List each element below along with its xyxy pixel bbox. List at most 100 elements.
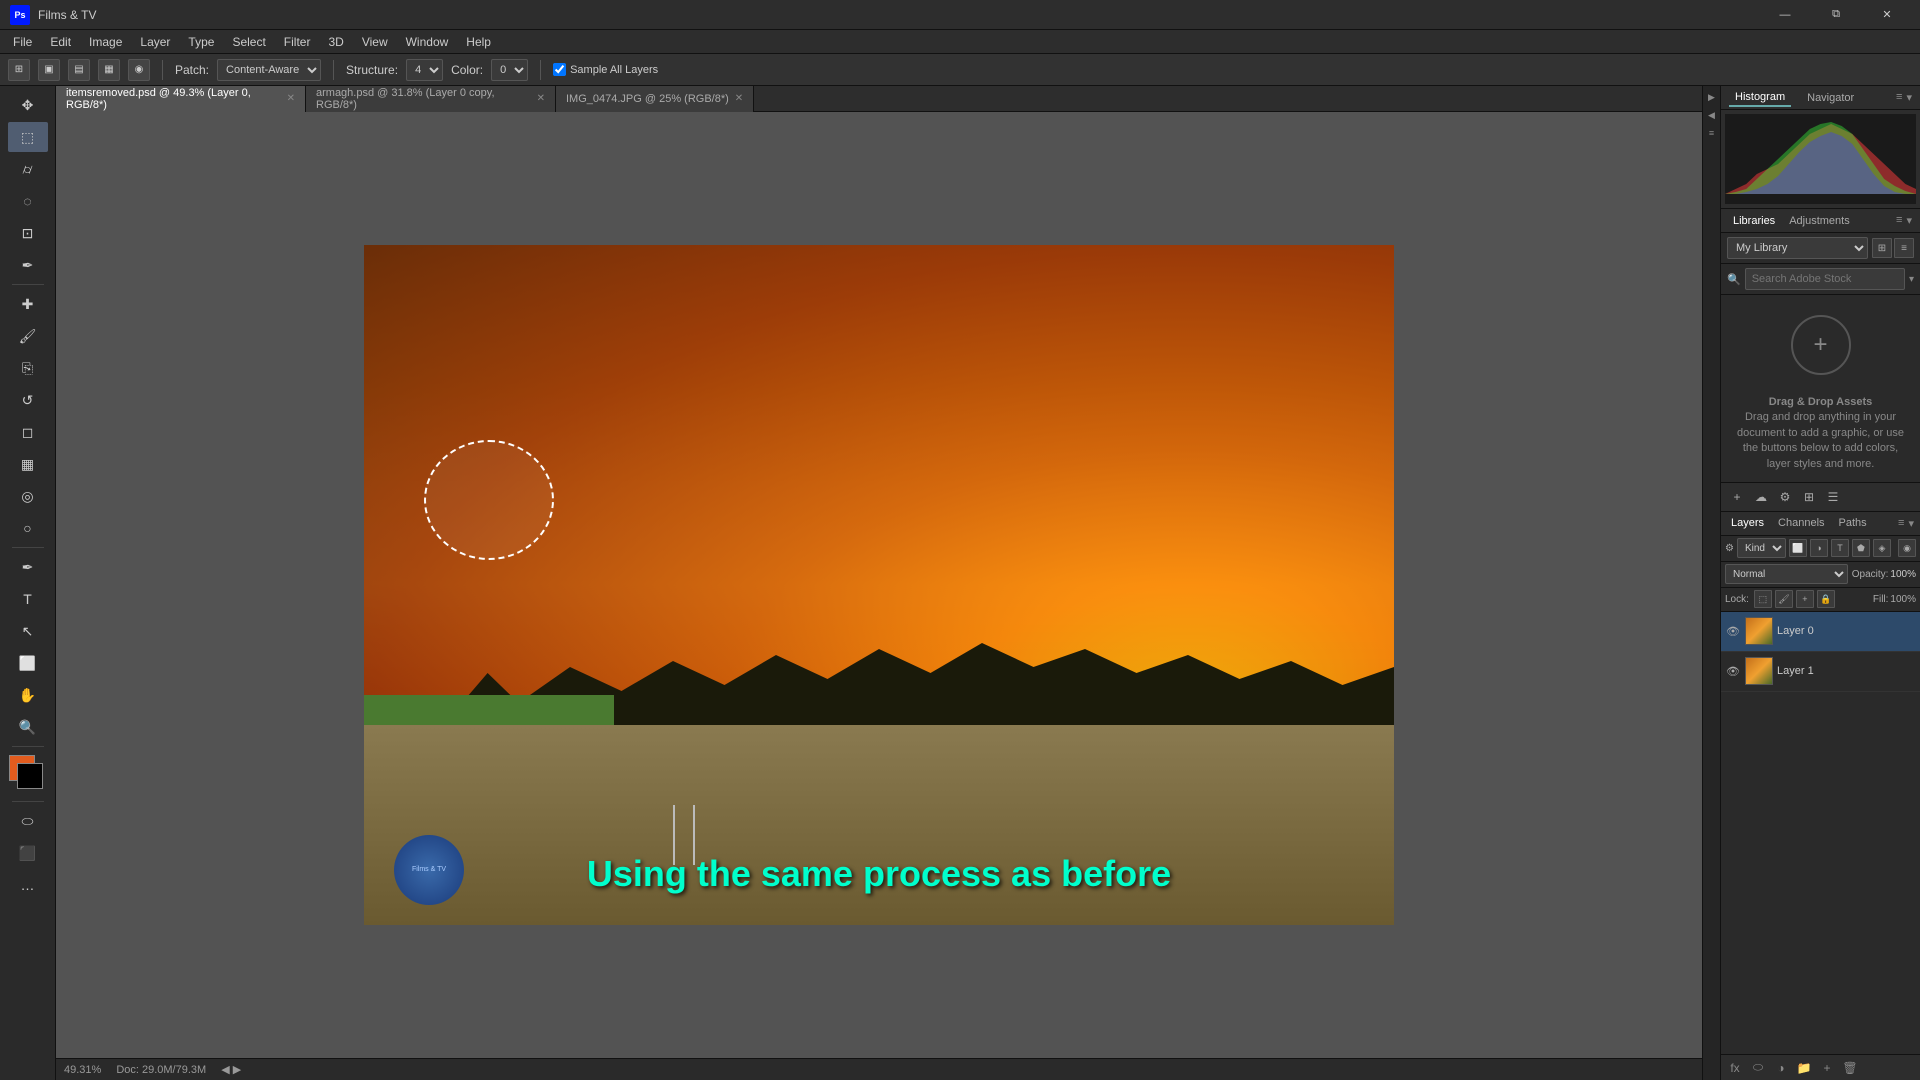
eraser-tool[interactable]: ◻ (8, 417, 48, 447)
sample-all-checkbox[interactable] (553, 63, 566, 76)
blend-mode-select[interactable]: Normal (1725, 564, 1848, 584)
search-dropdown-arrow[interactable]: ▾ (1909, 274, 1914, 285)
menu-edit[interactable]: Edit (42, 33, 79, 51)
layer-fx-button[interactable]: fx (1725, 1058, 1745, 1078)
lock-pixels-btn[interactable]: ⬚ (1754, 590, 1772, 608)
history-brush-tool[interactable]: ↺ (8, 385, 48, 415)
menu-window[interactable]: Window (398, 33, 457, 51)
clone-stamp-tool[interactable]: ⎘ (8, 353, 48, 383)
menu-type[interactable]: Type (180, 33, 222, 51)
library-add-graphic-button[interactable]: + (1727, 487, 1747, 507)
layer-adjustment-button[interactable]: ◑ (1771, 1058, 1791, 1078)
pen-tool[interactable]: ✒ (8, 552, 48, 582)
lasso-tool[interactable]: ⌭ (8, 154, 48, 184)
blur-tool[interactable]: ◎ (8, 481, 48, 511)
zoom-tool[interactable]: 🔍 (8, 712, 48, 742)
histogram-tab[interactable]: Histogram (1729, 89, 1791, 107)
quick-mask-tool[interactable]: ⬭ (8, 806, 48, 836)
libraries-collapse-icon[interactable]: ▾ (1906, 214, 1912, 227)
brush-tool[interactable]: 🖌 (8, 321, 48, 351)
library-grid-button[interactable]: ⊞ (1799, 487, 1819, 507)
library-search-input[interactable] (1745, 268, 1905, 290)
gradient-tool[interactable]: ▦ (8, 449, 48, 479)
menu-layer[interactable]: Layer (132, 33, 178, 51)
tool-icon-5[interactable]: ◉ (128, 59, 150, 81)
lock-move-btn[interactable]: 🖌 (1775, 590, 1793, 608)
library-add-button[interactable]: + (1791, 315, 1851, 375)
side-icon-3[interactable]: ≡ (1705, 126, 1719, 140)
grid-view-button[interactable]: ⊞ (1872, 238, 1892, 258)
menu-filter[interactable]: Filter (276, 33, 319, 51)
tool-icon-4[interactable]: ▦ (98, 59, 120, 81)
menu-help[interactable]: Help (458, 33, 499, 51)
structure-select[interactable]: 4 (406, 59, 443, 81)
library-settings-button[interactable]: ⚙ (1775, 487, 1795, 507)
menu-3d[interactable]: 3D (320, 33, 351, 51)
eyedropper-tool[interactable]: ✒ (8, 250, 48, 280)
background-color[interactable] (17, 763, 43, 789)
tab-1[interactable]: armagh.psd @ 31.8% (Layer 0 copy, RGB/8*… (306, 86, 556, 112)
healing-brush-tool[interactable]: ✚ (8, 289, 48, 319)
filter-pixel-btn[interactable]: ⬜ (1789, 539, 1807, 557)
shape-tool[interactable]: ⬜ (8, 648, 48, 678)
patch-mode-select[interactable]: Content-Aware (217, 59, 321, 81)
libraries-options-icon[interactable]: ≡ (1896, 214, 1902, 227)
tab-close-0[interactable]: ✕ (287, 93, 295, 104)
tool-icon-1[interactable]: ⊞ (8, 59, 30, 81)
filter-smart-btn[interactable]: ◈ (1873, 539, 1891, 557)
layer-folder-button[interactable]: 📁 (1794, 1058, 1814, 1078)
layer-item-1[interactable]: 👁 Layer 1 (1721, 652, 1920, 692)
quick-select-tool[interactable]: ◌ (8, 186, 48, 216)
tab-close-1[interactable]: ✕ (537, 93, 545, 104)
selection-tool[interactable]: ⬚ (8, 122, 48, 152)
side-icon-1[interactable]: ▶ (1705, 90, 1719, 104)
close-button[interactable]: ✕ (1864, 0, 1910, 30)
panel-options-icon[interactable]: ≡ (1896, 91, 1902, 104)
paths-tab[interactable]: Paths (1835, 515, 1871, 531)
channels-tab[interactable]: Channels (1774, 515, 1828, 531)
tab-2[interactable]: IMG_0474.JPG @ 25% (RGB/8*) ✕ (556, 86, 754, 112)
library-list-button[interactable]: ☰ (1823, 487, 1843, 507)
sample-all-label[interactable]: Sample All Layers (553, 63, 658, 76)
library-cloud-button[interactable]: ☁ (1751, 487, 1771, 507)
text-tool[interactable]: T (8, 584, 48, 614)
layers-collapse-icon[interactable]: ▾ (1908, 517, 1914, 530)
minimize-button[interactable]: — (1762, 0, 1808, 30)
restore-button[interactable]: ⧉ (1813, 0, 1859, 30)
layers-tab[interactable]: Layers (1727, 515, 1768, 531)
filter-adj-btn[interactable]: ◑ (1810, 539, 1828, 557)
menu-file[interactable]: File (5, 33, 40, 51)
menu-view[interactable]: View (354, 33, 396, 51)
adjustments-tab[interactable]: Adjustments (1785, 213, 1854, 229)
filter-shape-btn[interactable]: ⬟ (1852, 539, 1870, 557)
side-icon-2[interactable]: ◀ (1705, 108, 1719, 122)
tool-icon-2[interactable]: ▣ (38, 59, 60, 81)
navigator-arrows[interactable]: ◀ ▶ (221, 1063, 241, 1076)
layer-new-button[interactable]: + (1817, 1058, 1837, 1078)
layer-visibility-1[interactable]: 👁 (1725, 663, 1741, 679)
list-view-button[interactable]: ≡ (1894, 238, 1914, 258)
lock-artboard-btn[interactable]: + (1796, 590, 1814, 608)
panel-collapse-icon[interactable]: ▾ (1906, 91, 1912, 104)
library-select[interactable]: My Library (1727, 237, 1868, 259)
crop-tool[interactable]: ⊡ (8, 218, 48, 248)
tab-close-2[interactable]: ✕ (735, 93, 743, 104)
color-select[interactable]: 0 (491, 59, 528, 81)
tab-0[interactable]: itemsremoved.psd @ 49.3% (Layer 0, RGB/8… (56, 86, 306, 112)
layer-mask-button[interactable]: ⬭ (1748, 1058, 1768, 1078)
extra-tools[interactable]: … (8, 870, 48, 900)
move-tool[interactable]: ✥ (8, 90, 48, 120)
layers-options-icon[interactable]: ≡ (1898, 517, 1904, 530)
filter-text-btn[interactable]: T (1831, 539, 1849, 557)
filter-kind-select[interactable]: Kind (1737, 538, 1786, 558)
menu-image[interactable]: Image (81, 33, 130, 51)
dodge-tool[interactable]: ○ (8, 513, 48, 543)
libraries-tab[interactable]: Libraries (1729, 213, 1779, 229)
layer-visibility-0[interactable]: 👁 (1725, 623, 1741, 639)
path-selection-tool[interactable]: ↖ (8, 616, 48, 646)
menu-select[interactable]: Select (224, 33, 273, 51)
layer-item-0[interactable]: 👁 Layer 0 (1721, 612, 1920, 652)
lock-all-btn[interactable]: 🔒 (1817, 590, 1835, 608)
screen-mode-tool[interactable]: ⬛ (8, 838, 48, 868)
navigator-tab[interactable]: Navigator (1801, 90, 1860, 106)
